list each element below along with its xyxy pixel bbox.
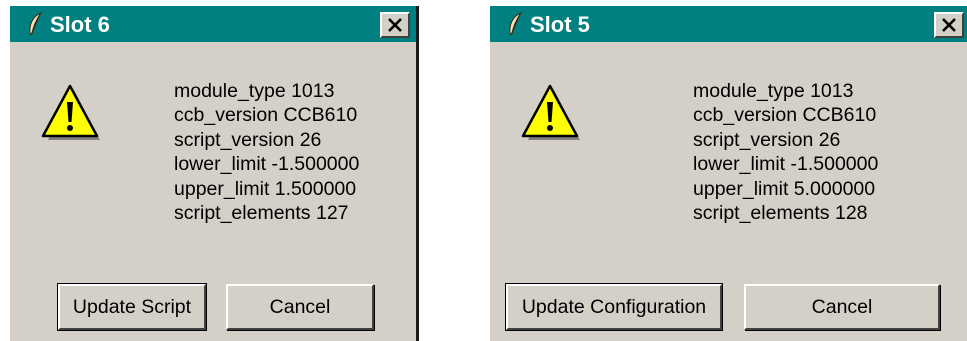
warning-icon <box>41 84 100 140</box>
feather-icon <box>29 12 43 36</box>
message-line: script_version 26 <box>174 128 322 151</box>
close-icon <box>388 18 402 32</box>
title-bar[interactable]: Slot 5 <box>490 6 967 42</box>
feather-icon <box>509 12 523 36</box>
cancel-button[interactable]: Cancel <box>226 284 374 330</box>
message-line: module_type 1013 <box>693 80 854 102</box>
message-line: lower_limit -1.500000 <box>174 153 360 176</box>
message-line: module_type 1013 <box>174 80 335 102</box>
title-bar[interactable]: Slot 6 <box>10 6 416 42</box>
message-line: lower_limit -1.500000 <box>693 153 879 176</box>
update-script-button[interactable]: Update Script <box>57 283 207 331</box>
message-line: script_version 26 <box>693 128 841 151</box>
message-line: ccb_version CCB610 <box>174 104 358 127</box>
message-line: script_elements 128 <box>693 202 868 225</box>
close-button[interactable] <box>380 12 410 38</box>
dialog-title: Slot 5 <box>530 12 590 37</box>
close-icon <box>942 18 956 32</box>
cancel-button[interactable]: Cancel <box>744 284 940 330</box>
message-text: module_type 1013 ccb_version CCB610 scri… <box>174 79 359 225</box>
message-line: script_elements 127 <box>174 202 349 225</box>
message-line: ccb_version CCB610 <box>693 104 877 127</box>
message-line: upper_limit 5.000000 <box>693 177 876 200</box>
dialog-slot-5: Slot 5 module_type 1013 ccb_version CCB6… <box>490 6 967 341</box>
message-text: module_type 1013 ccb_version CCB610 scri… <box>693 79 878 225</box>
warning-icon <box>521 84 580 140</box>
update-configuration-button[interactable]: Update Configuration <box>505 283 723 331</box>
close-button[interactable] <box>934 12 964 38</box>
dialog-slot-6: Slot 6 module_type 1013 ccb_version CCB6… <box>10 6 419 341</box>
dialog-title: Slot 6 <box>50 12 110 37</box>
message-line: upper_limit 1.500000 <box>174 177 357 200</box>
